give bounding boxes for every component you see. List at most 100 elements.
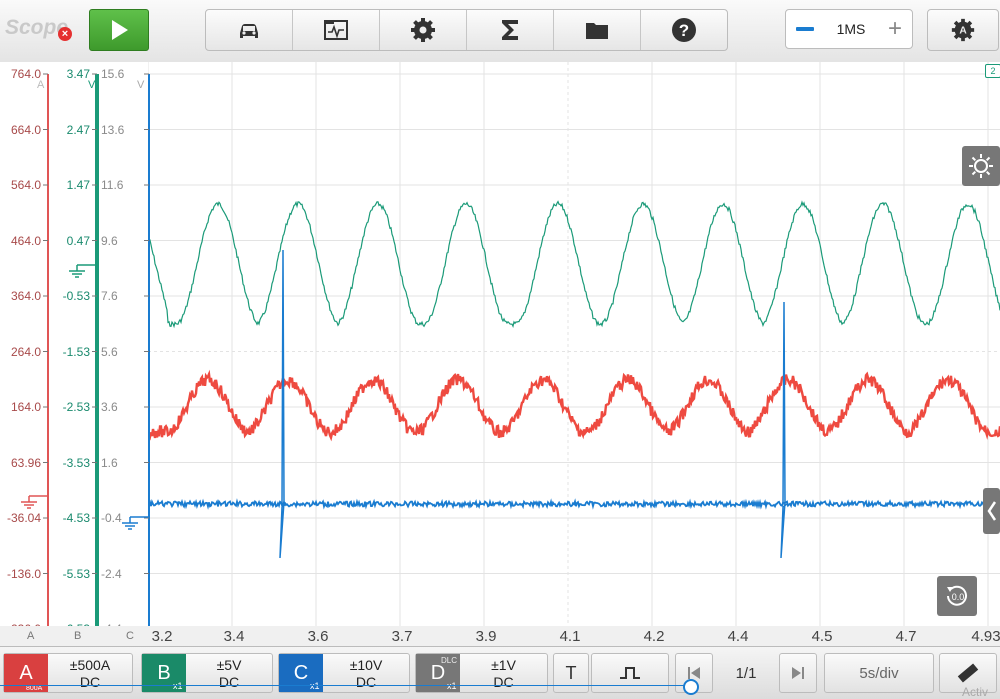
axis-c-tick: 5.6 — [101, 344, 118, 359]
time-tick-label: 4.2 — [643, 628, 665, 645]
time-tick-label: 4.93 — [971, 628, 1000, 645]
vehicle-button[interactable] — [206, 10, 293, 50]
svg-text:A: A — [959, 26, 967, 37]
axis-b-tick: -3.53 — [62, 455, 90, 470]
axis-b-tick: 0.47 — [66, 233, 90, 248]
next-page-button[interactable] — [779, 653, 817, 693]
channel-b-waveform — [147, 200, 1000, 329]
sample-rate-decrease-button[interactable] — [796, 27, 814, 31]
waveform-library-button[interactable] — [293, 10, 380, 50]
channel-c-control[interactable]: C x1 ±10V DC — [278, 653, 410, 693]
math-button[interactable] — [467, 10, 554, 50]
channel-d-probe: x1 — [447, 681, 457, 691]
folder-icon — [586, 23, 608, 39]
sample-rate-value: 1MS — [836, 21, 866, 37]
sigma-icon — [502, 20, 518, 40]
skip-forward-icon — [792, 667, 804, 679]
top-toolbar: Scope × ? 1MS + A — [0, 0, 1000, 63]
axis-b-tick: 1.47 — [66, 178, 90, 192]
axis-b-tick: -4.53 — [62, 511, 90, 525]
waveform-plot[interactable] — [146, 62, 1000, 630]
channel-axis-letters: A B C — [0, 626, 148, 646]
activation-watermark: Activ — [962, 685, 989, 699]
channel-a-control[interactable]: A 800A ±500A DC — [3, 653, 133, 693]
axis-c-tick: 11.6 — [101, 178, 124, 192]
axis-b-tick: -1.53 — [62, 344, 90, 359]
time-scrollbar-thumb[interactable] — [683, 679, 699, 695]
play-icon — [112, 20, 128, 40]
axis-c: 15.613.611.69.67.65.63.61.6-0.4-2.4-4.4V — [98, 62, 148, 644]
channel-b-coupling: DC — [218, 674, 240, 690]
reset-icon: 0.0 — [947, 585, 967, 606]
channel-a-range: ±500A — [69, 657, 111, 673]
trigger-edge-button[interactable] — [591, 653, 669, 693]
channel-c-range: ±10V — [349, 657, 383, 673]
channel-a-probe: 800A — [26, 685, 43, 692]
axis-b-unit: V — [88, 79, 96, 91]
time-tick-label: 3.4 — [223, 628, 245, 645]
help-button[interactable]: ? — [641, 10, 727, 50]
axis-a-tick: 364.0 — [10, 289, 41, 303]
axis-c-unit: V — [137, 79, 145, 91]
time-tick-label: 3.9 — [475, 628, 497, 645]
axis-a-tick: -36.04 — [6, 511, 41, 525]
channel-b-probe: x1 — [173, 681, 183, 691]
time-tick-label: 4.1 — [559, 628, 581, 645]
ruler-icon — [957, 663, 979, 683]
time-tick-label: 3.2 — [151, 628, 173, 645]
run-button[interactable] — [89, 9, 149, 51]
expand-panel-button[interactable] — [983, 488, 1000, 534]
time-tick-label: 3.7 — [391, 628, 413, 645]
auto-gear-icon: A — [951, 18, 975, 42]
axis-c-tick: 3.6 — [101, 400, 118, 414]
time-tick-label: 4.7 — [895, 628, 917, 645]
timebase-button[interactable]: 5s/div — [824, 653, 934, 693]
channel-b-range: ±5V — [216, 657, 242, 673]
sample-rate-increase-button[interactable]: + — [888, 17, 902, 41]
trigger-button[interactable]: T — [553, 653, 589, 693]
channel-b-control[interactable]: B x1 ±5V DC — [141, 653, 273, 693]
axis-b: 3.47 2.47 1.47 0.47 -0.53 -1.53 -2.53 -3.53 -4.5… — [48, 62, 98, 644]
axis-a-tick: 264.0 — [10, 344, 41, 359]
axis-b-tick: -2.53 — [62, 400, 90, 414]
channel-d-tag: DLC — [441, 656, 458, 665]
axis-a-tick: 664.0 — [10, 122, 41, 137]
plot-canvas — [146, 62, 1000, 630]
gear-icon — [411, 18, 435, 42]
car-icon — [240, 24, 258, 38]
trigger-marker-badge: 2 — [985, 64, 1000, 78]
axis-c-tick: 9.6 — [101, 233, 118, 248]
time-tick-label: 4.4 — [727, 628, 749, 645]
auto-setup-button[interactable]: A — [927, 9, 999, 51]
chevron-left-icon — [986, 501, 996, 521]
axis-a-tick: 63.96 — [10, 455, 41, 470]
channel-c-coupling: DC — [355, 674, 377, 690]
brightness-button[interactable] — [962, 146, 1000, 186]
axis-c-tick: 15.6 — [101, 67, 125, 81]
zero-reset-label: 0.0 — [952, 592, 965, 602]
channel-a-coupling: DC — [79, 674, 101, 690]
axis-b-tick: -5.53 — [62, 566, 90, 581]
channel-a-waveform — [146, 369, 1000, 442]
axis-b-letter: B — [74, 630, 82, 642]
settings-button[interactable] — [380, 10, 467, 50]
axis-c-tick: 1.6 — [101, 455, 118, 470]
tool-group: ? — [205, 9, 728, 51]
axis-b-tick: 3.47 — [66, 67, 90, 81]
axis-a-tick: -136.0 — [6, 566, 41, 581]
channel-d-coupling: DC — [493, 674, 514, 690]
channel-c-waveform — [147, 498, 1000, 510]
files-button[interactable] — [554, 10, 641, 50]
brightness-icon — [969, 154, 993, 178]
zero-reset-button[interactable]: 0.0 — [937, 576, 977, 616]
time-axis: 3.2 3.4 3.6 3.7 3.9 4.1 4.2 4.4 4.5 4.7 4.93 — [148, 626, 1000, 646]
time-scrollbar-track[interactable] — [0, 685, 690, 686]
channel-d-control[interactable]: D DLC x1 ±1V DC — [415, 653, 548, 693]
axis-a-tick: 564.0 — [10, 178, 41, 192]
axis-a-unit: A — [37, 79, 45, 91]
sample-rate-control: 1MS + — [785, 9, 913, 49]
axis-b-tick: -0.53 — [62, 289, 90, 303]
close-icon[interactable]: × — [58, 27, 72, 41]
waveform-folder-icon — [324, 20, 348, 40]
time-tick-label: 4.5 — [811, 628, 833, 645]
